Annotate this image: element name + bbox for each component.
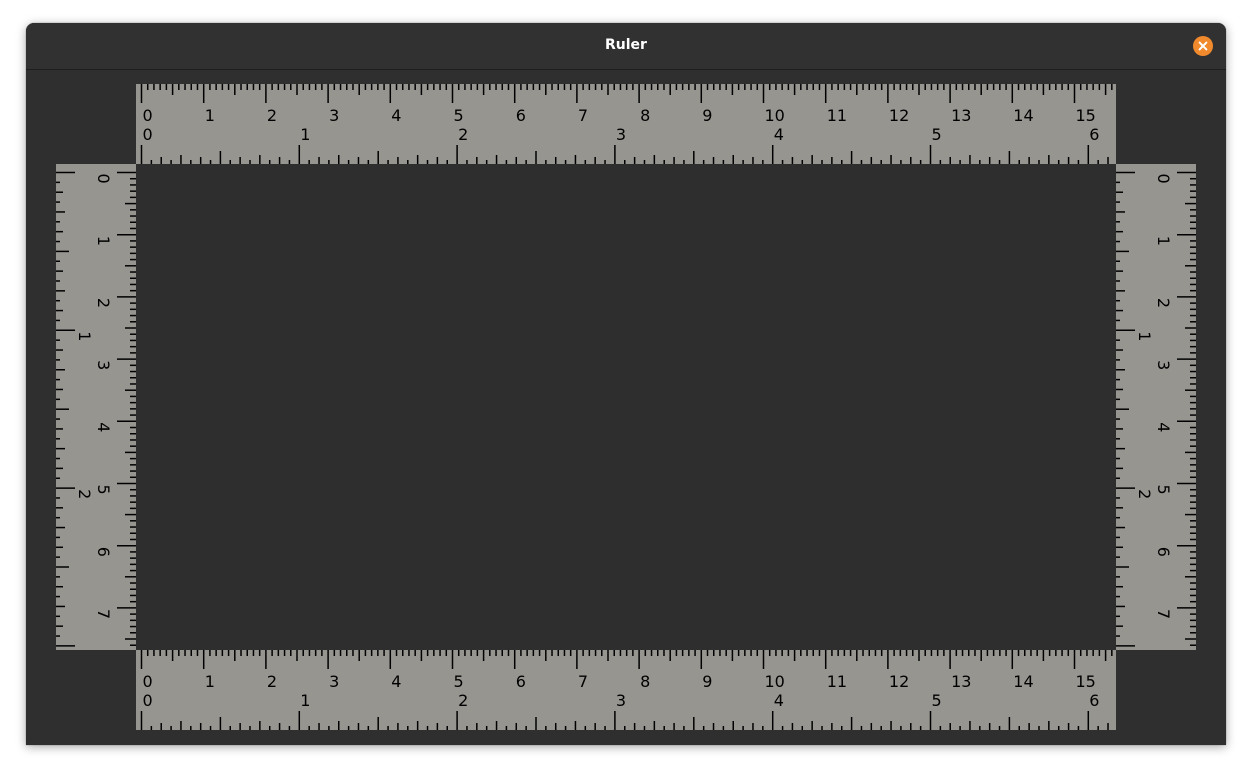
ruler-top-in-label: 6 xyxy=(1089,125,1099,144)
ruler-top-cm-label: 6 xyxy=(516,106,526,125)
ruler-bottom-cm-label: 14 xyxy=(1013,672,1033,691)
ruler-top-cm-label: 2 xyxy=(267,106,277,125)
ruler-bottom-in-label: 6 xyxy=(1089,691,1099,710)
ruler-bottom-cm-label: 2 xyxy=(267,672,277,691)
ruler-bottom-cm-label: 7 xyxy=(578,672,588,691)
ruler-bottom-cm-label: 6 xyxy=(516,672,526,691)
ruler-left-cm-label: 4 xyxy=(94,422,113,432)
ruler-bottom-in-label: 1 xyxy=(300,691,310,710)
ruler-left-cm-label: 0 xyxy=(94,174,113,184)
ruler-top-in-label: 1 xyxy=(300,125,310,144)
ruler-top-in-label: 5 xyxy=(932,125,942,144)
ruler-window: Ruler 0 1 2 3 4 5 6 7 8 9 10 11 12 13 14 15 0 1 2 3 4 5 6 0 1 2 3 4… xyxy=(26,23,1226,745)
ruler-left-cm-label: 3 xyxy=(94,360,113,370)
ruler-left-cm-label: 5 xyxy=(94,485,113,495)
ruler-right-cm-label: 4 xyxy=(1154,422,1173,432)
ruler-right-cm-label: 7 xyxy=(1154,609,1173,619)
ruler-bottom-in-label: 0 xyxy=(143,691,153,710)
ruler-right-cm-label: 1 xyxy=(1154,236,1173,246)
ruler-bottom-in-label: 4 xyxy=(774,691,784,710)
ruler-bottom-cm-label: 9 xyxy=(702,672,712,691)
ruler-top-cm-label: 5 xyxy=(454,106,464,125)
ruler-left-cm-label: 2 xyxy=(94,298,113,308)
ruler-bottom-cm-label: 13 xyxy=(951,672,971,691)
ruler-left-cm-label: 1 xyxy=(94,236,113,246)
ruler-top-cm-label: 4 xyxy=(391,106,401,125)
ruler-top-in-label: 2 xyxy=(458,125,468,144)
ruler-top-cm-label: 0 xyxy=(143,106,153,125)
ruler-bottom-cm-label: 1 xyxy=(205,672,215,691)
ruler-top-cm-label: 1 xyxy=(205,106,215,125)
ruler-top-cm-label: 14 xyxy=(1013,106,1033,125)
ruler-bottom-cm-label: 0 xyxy=(143,672,153,691)
ruler-top-in-label: 3 xyxy=(616,125,626,144)
ruler-top-cm-label: 10 xyxy=(765,106,785,125)
ruler-right-in-label: 1 xyxy=(1135,331,1154,341)
ruler-left-cm-label: 6 xyxy=(94,547,113,557)
ruler-top-cm-label: 7 xyxy=(578,106,588,125)
ruler-left-in-label: 2 xyxy=(75,489,94,499)
ruler-top-cm-label: 3 xyxy=(329,106,339,125)
ruler-top-cm-label: 11 xyxy=(827,106,847,125)
ruler-bottom-in-label: 2 xyxy=(458,691,468,710)
ruler-bottom-cm-label: 15 xyxy=(1076,672,1096,691)
ruler-bottom-cm-label: 10 xyxy=(765,672,785,691)
ruler-top-cm-label: 13 xyxy=(951,106,971,125)
ruler-right-cm-label: 2 xyxy=(1154,298,1173,308)
ruler-bottom-cm-label: 5 xyxy=(454,672,464,691)
ruler-bottom-cm-label: 4 xyxy=(391,672,401,691)
ruler-left-in-label: 1 xyxy=(75,331,94,341)
ruler-bottom-cm-label: 8 xyxy=(640,672,650,691)
ruler-bottom-in-label: 5 xyxy=(932,691,942,710)
ruler-top-cm-label: 15 xyxy=(1076,106,1096,125)
ruler-right-cm-label: 5 xyxy=(1154,485,1173,495)
ruler-right-cm-label: 6 xyxy=(1154,547,1173,557)
ruler-top-in-label: 4 xyxy=(774,125,784,144)
ruler-right-cm-label: 0 xyxy=(1154,174,1173,184)
rulers-layer: 0 1 2 3 4 5 6 7 8 9 10 11 12 13 14 150 1 2 3 4 5 60 1 2 3 4 5 6 7 8 9 1… xyxy=(56,84,1196,730)
ruler-bottom-cm-label: 11 xyxy=(827,672,847,691)
ruler-right-cm-label: 3 xyxy=(1154,360,1173,370)
ruler-right-in-label: 2 xyxy=(1135,489,1154,499)
ruler-left-cm-label: 7 xyxy=(94,609,113,619)
ruler-top-cm-label: 9 xyxy=(702,106,712,125)
ruler-top-cm-label: 12 xyxy=(889,106,909,125)
ruler-top-in-label: 0 xyxy=(143,125,153,144)
ruler-bottom-cm-label: 12 xyxy=(889,672,909,691)
ruler-bottom-in-label: 3 xyxy=(616,691,626,710)
ruler-top-cm-label: 8 xyxy=(640,106,650,125)
ruler-bottom-cm-label: 3 xyxy=(329,672,339,691)
